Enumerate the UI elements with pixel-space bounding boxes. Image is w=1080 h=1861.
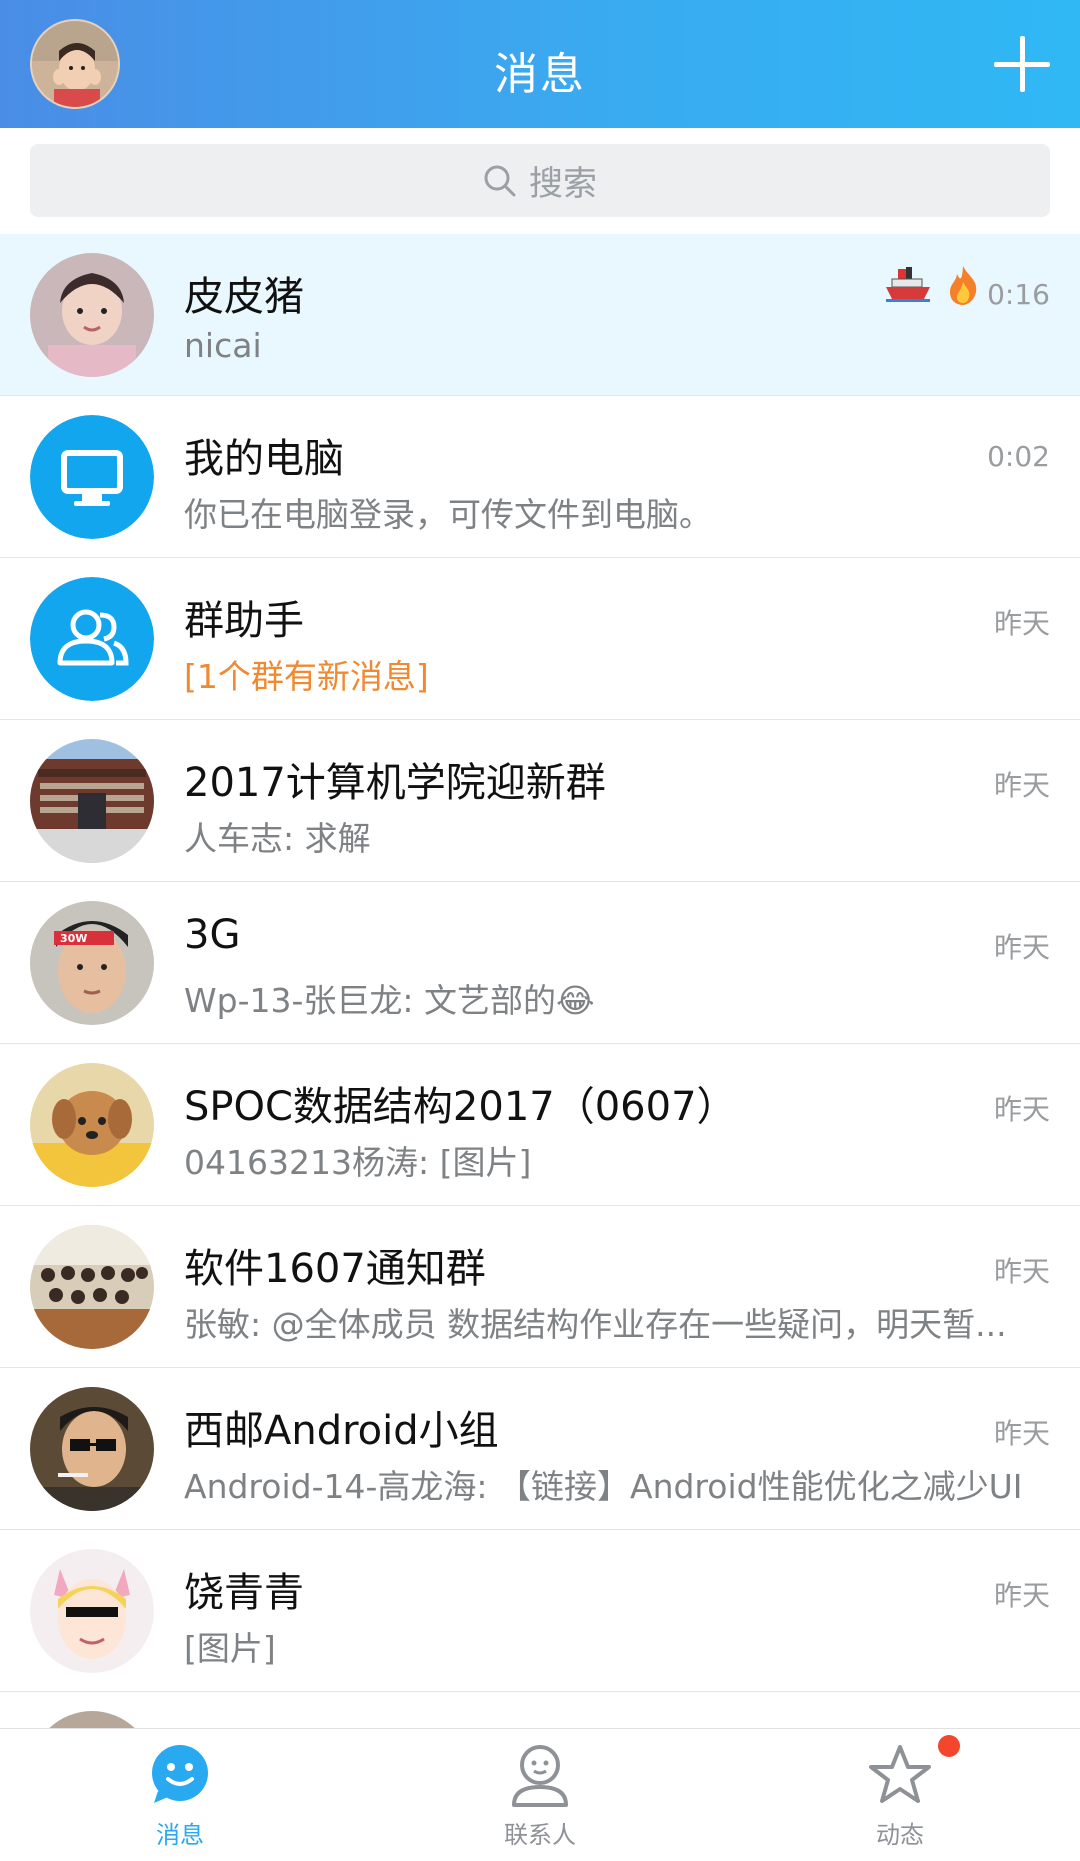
avatar [30, 253, 154, 377]
conversation-row-cs-freshman-group[interactable]: 2017计算机学院迎新群 人车志: 求解 昨天 [0, 720, 1080, 882]
tab-label: 联系人 [504, 1821, 576, 1849]
conversation-preview: 04163213杨涛: [图片] [184, 1143, 532, 1182]
conversation-row-software-1607[interactable]: 软件1607通知群 张敏: @全体成员 数据结构作业存在一些疑问，明天暂... … [0, 1206, 1080, 1368]
conversation-row-raoqingqing[interactable]: 饶青青 [图片] 昨天 [0, 1530, 1080, 1692]
avatar: 30W [30, 901, 154, 1025]
conversation-preview: 人车志: 求解 [184, 819, 371, 858]
conversation-row-spoc[interactable]: SPOC数据结构2017（0607） 04163213杨涛: [图片] 昨天 [0, 1044, 1080, 1206]
conversation-time: 昨天 [993, 1093, 1050, 1126]
conversation-row-partial[interactable] [0, 1692, 1080, 1728]
tab-label: 消息 [156, 1821, 204, 1849]
conversation-list: 皮皮猪 nicai 0:16 我的电脑 你已在电脑登录，可传文件到电脑。 0:0… [0, 234, 1080, 1692]
star-icon [868, 1743, 932, 1807]
avatar [30, 1063, 154, 1187]
notification-dot [938, 1735, 960, 1757]
conversation-time: 昨天 [993, 769, 1050, 802]
avatar [30, 1549, 154, 1673]
conversation-name: 西邮Android小组 [184, 1408, 499, 1454]
conversation-preview: [1个群有新消息] [184, 657, 429, 696]
contact-icon [508, 1743, 572, 1807]
ship-icon [884, 265, 932, 309]
conversation-name: 群助手 [184, 598, 304, 644]
conversation-name: 2017计算机学院迎新群 [184, 760, 606, 806]
avatar [30, 1387, 154, 1511]
conversation-row-pipizhu[interactable]: 皮皮猪 nicai 0:16 [0, 234, 1080, 396]
conversation-name: 软件1607通知群 [184, 1246, 486, 1292]
conversation-time: 昨天 [993, 607, 1050, 640]
conversation-preview: 张敏: @全体成员 数据结构作业存在一些疑问，明天暂... [184, 1305, 1007, 1344]
avatar [30, 1225, 154, 1349]
conversation-preview: Wp-13-张巨龙: 文艺部的😂 [184, 981, 595, 1020]
search-input[interactable]: 搜索 [30, 144, 1050, 217]
search-placeholder: 搜索 [529, 164, 597, 204]
conversation-row-group-helper[interactable]: 群助手 [1个群有新消息] 昨天 [0, 558, 1080, 720]
tab-contacts[interactable]: 联系人 [360, 1729, 720, 1861]
conversation-row-my-computer[interactable]: 我的电脑 你已在电脑登录，可传文件到电脑。 0:02 [0, 396, 1080, 558]
conversation-preview: nicai [184, 326, 262, 365]
conversation-time: 昨天 [993, 1255, 1050, 1288]
search-icon [483, 164, 517, 198]
conversation-name: 3G [184, 912, 241, 958]
tab-messages[interactable]: 消息 [0, 1729, 360, 1861]
smile-bubble-icon [148, 1743, 212, 1807]
conversation-preview: [图片] [184, 1629, 276, 1668]
conversation-time: 0:02 [987, 440, 1050, 473]
page-title: 消息 [494, 49, 586, 100]
conversation-name: SPOC数据结构2017（0607） [184, 1084, 737, 1130]
conversation-name: 我的电脑 [184, 436, 344, 482]
avatar [30, 1711, 154, 1728]
search-area: 搜索 [0, 128, 1080, 234]
conversation-name: 饶青青 [184, 1570, 304, 1616]
fire-icon [946, 264, 980, 310]
plus-icon[interactable] [994, 36, 1050, 92]
conversation-row-xiyou-android[interactable]: 西邮Android小组 Android-14-高龙海: 【链接】Android性… [0, 1368, 1080, 1530]
conversation-preview: 你已在电脑登录，可传文件到电脑。 [184, 495, 712, 534]
tab-label: 动态 [876, 1821, 924, 1849]
status-badges [884, 264, 980, 310]
avatar [30, 739, 154, 863]
conversation-time: 0:16 [987, 278, 1050, 311]
conversation-preview: Android-14-高龙海: 【链接】Android性能优化之减少UI... [184, 1467, 1024, 1506]
conversation-time: 昨天 [993, 931, 1050, 964]
tab-moments[interactable]: 动态 [720, 1729, 1080, 1861]
conversation-name: 皮皮猪 [184, 274, 304, 320]
conversation-time: 昨天 [993, 1579, 1050, 1612]
conversation-time: 昨天 [993, 1417, 1050, 1450]
top-app-bar: 消息 [0, 0, 1080, 128]
bottom-tab-bar: 消息 联系人 动态 [0, 1728, 1080, 1861]
avatar [30, 577, 154, 701]
conversation-row-3g[interactable]: 30W 3G Wp-13-张巨龙: 文艺部的😂 昨天 [0, 882, 1080, 1044]
avatar [30, 415, 154, 539]
svg-text:30W: 30W [60, 932, 87, 945]
